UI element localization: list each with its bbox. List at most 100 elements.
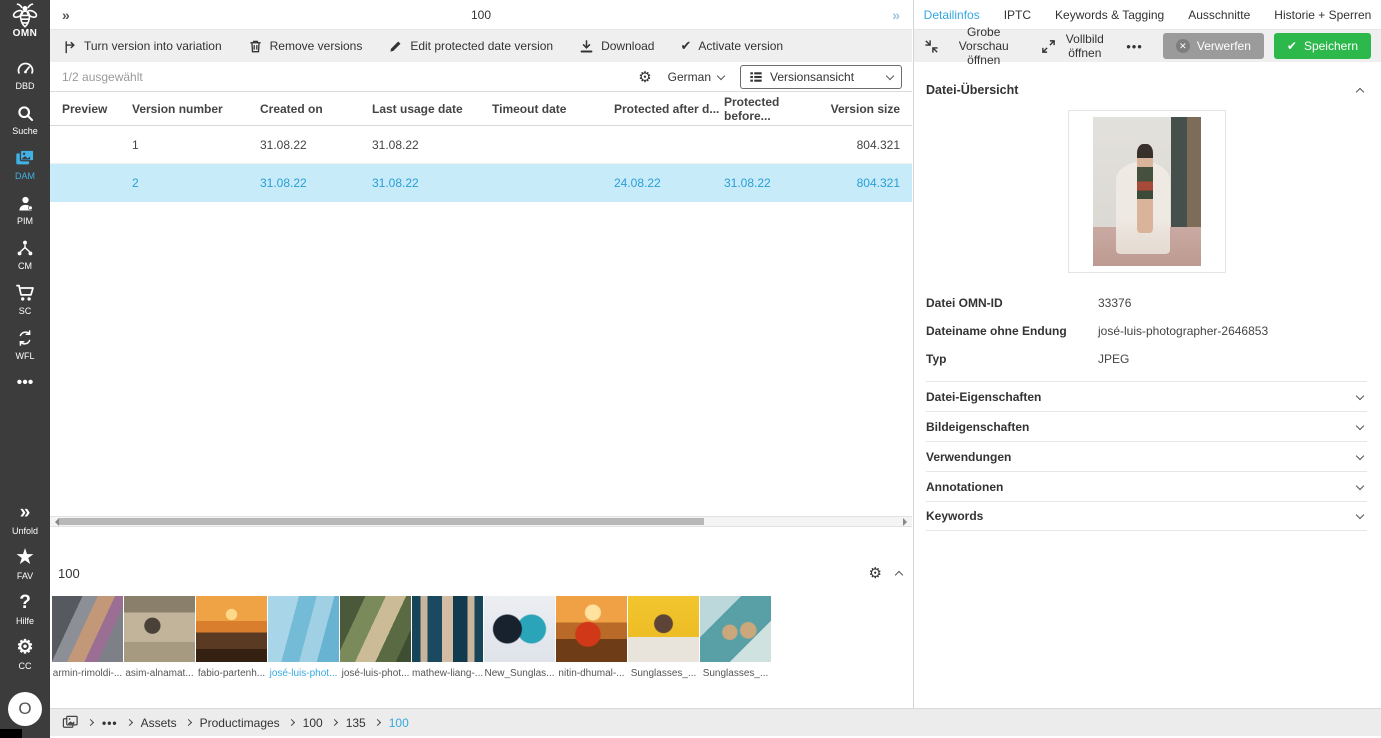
asset-label: mathew-liang-... <box>412 668 483 679</box>
field-label: Typ <box>926 352 1098 366</box>
breadcrumb-separator-icon <box>185 719 192 726</box>
remove-versions-button[interactable]: Remove versions <box>248 39 363 54</box>
column-header[interactable]: Protected after d... <box>614 102 724 116</box>
settings-gear-icon[interactable]: ⚙ <box>638 68 651 86</box>
tab-historie-sperren[interactable]: Historie + Sperren <box>1274 8 1371 22</box>
tab-detailinfos[interactable]: Detailinfos <box>924 8 980 22</box>
breadcrumb-135[interactable]: 135 <box>346 716 366 730</box>
language-label: German <box>668 70 711 84</box>
collapse-strip-icon[interactable] <box>895 570 903 578</box>
horizontal-scrollbar[interactable] <box>50 516 912 527</box>
images-icon[interactable] <box>62 714 79 731</box>
asset-thumbnail[interactable]: Sunglasses_... <box>700 596 771 679</box>
selection-count: 1/2 ausgewählt <box>62 70 143 84</box>
column-header[interactable]: Version size <box>824 102 900 116</box>
bee-logo-icon <box>10 5 40 27</box>
breadcrumb-ellipsis[interactable]: ••• <box>102 716 118 730</box>
asset-thumbnail-selected[interactable]: josé-luis-phot... <box>268 596 339 679</box>
sidebar-item-cm[interactable]: CM <box>15 237 35 271</box>
more-actions-icon[interactable]: ••• <box>1126 39 1143 54</box>
file-overview-section[interactable]: Datei-Übersicht <box>926 76 1367 104</box>
column-header[interactable]: Last usage date <box>372 102 492 116</box>
asset-thumbnail[interactable]: josé-luis-phot... <box>340 596 411 679</box>
sidebar-item-pim[interactable]: PIM <box>15 192 36 226</box>
scrollbar-thumb[interactable] <box>59 518 704 525</box>
chevron-down-icon <box>1356 481 1364 489</box>
tab-keywords-tagging[interactable]: Keywords & Tagging <box>1055 8 1164 22</box>
breadcrumb-100[interactable]: 100 <box>303 716 323 730</box>
column-header[interactable]: Preview <box>62 102 132 116</box>
scroll-right-icon[interactable] <box>903 518 911 526</box>
more-dots-icon: ••• <box>17 372 34 394</box>
activate-version-button[interactable]: ✔ Activate version <box>680 38 783 54</box>
sidebar-item-unfold[interactable]: » Unfold <box>12 502 38 536</box>
asset-thumbnail[interactable]: fabio-partenh... <box>196 596 267 679</box>
chevron-up-icon <box>1356 87 1364 95</box>
sidebar-item-more[interactable]: ••• <box>17 372 34 404</box>
language-dropdown[interactable]: German <box>668 70 724 84</box>
breadcrumb-assets[interactable]: Assets <box>141 716 177 730</box>
version-row-1[interactable]: 1 31.08.22 31.08.22 804.321 <box>50 126 912 164</box>
sidebar-item-hilfe[interactable]: ? Hilfe <box>16 592 34 626</box>
edit-protected-date-button[interactable]: Edit protected date version <box>388 39 553 54</box>
expand-right-icon[interactable]: » <box>892 7 900 23</box>
sidebar-item-dam[interactable]: DAM <box>14 147 36 181</box>
rough-preview-label: Grobe Vorschau öffnen <box>946 25 1021 67</box>
save-button[interactable]: ✔ Speichern <box>1274 33 1371 59</box>
tab-iptc[interactable]: IPTC <box>1004 8 1031 22</box>
field-label: Dateiname ohne Endung <box>926 324 1098 338</box>
tab-ausschnitte[interactable]: Ausschnitte <box>1188 8 1250 22</box>
asset-label: Sunglasses_... <box>700 668 771 679</box>
sidebar-item-dbd[interactable]: DBD <box>15 57 36 91</box>
breadcrumb-100-current[interactable]: 100 <box>389 716 409 730</box>
fullscreen-button[interactable]: Vollbild öffnen <box>1041 32 1106 60</box>
asset-thumbnail[interactable]: mathew-liang-... <box>412 596 483 679</box>
person-icon <box>15 192 36 214</box>
asset-thumbnail[interactable]: armin-rimoldi-... <box>52 596 123 679</box>
version-row-2[interactable]: 2 31.08.22 31.08.22 24.08.22 31.08.22 80… <box>50 164 912 202</box>
user-avatar[interactable]: O <box>8 692 42 726</box>
asset-thumbnail[interactable]: Sunglasses_... <box>628 596 699 679</box>
sidebar-item-cc[interactable]: ⚙ CC <box>16 637 33 671</box>
selection-bar: 1/2 ausgewählt ⚙ German Versionsansicht <box>50 62 912 92</box>
versions-panel: » 100 » Turn version into variation Remo… <box>50 0 912 708</box>
section-bildeigenschaften[interactable]: Bildeigenschaften <box>926 411 1367 441</box>
section-datei-eigenschaften[interactable]: Datei-Eigenschaften <box>926 381 1367 411</box>
download-button[interactable]: Download <box>579 39 654 54</box>
version-size: 804.321 <box>824 138 900 152</box>
discard-button[interactable]: ✕ Verwerfen <box>1163 33 1264 59</box>
sidebar-item-suche[interactable]: Suche <box>12 102 38 136</box>
sidebar-item-fav[interactable]: ★ FAV <box>16 547 33 581</box>
asset-label: josé-luis-phot... <box>340 668 411 679</box>
omn-logo[interactable]: OMN <box>10 5 40 39</box>
column-header[interactable]: Created on <box>260 102 372 116</box>
field-value: 33376 <box>1098 296 1131 310</box>
strip-settings-gear-icon[interactable]: ⚙ <box>869 564 882 582</box>
column-header[interactable]: Protected before... <box>724 95 824 123</box>
asset-label: nitin-dhumal-... <box>556 668 627 679</box>
column-header[interactable]: Timeout date <box>492 102 614 116</box>
asset-thumbnail[interactable]: New_Sunglas... <box>484 596 555 679</box>
sidebar-item-label: DAM <box>15 171 35 181</box>
sidebar-item-sc[interactable]: SC <box>14 282 36 316</box>
asset-strip-title: 100 <box>58 566 80 581</box>
rough-preview-button[interactable]: Grobe Vorschau öffnen <box>924 25 1021 67</box>
chevron-down-icon <box>1356 451 1364 459</box>
versions-table-header: Preview Version number Created on Last u… <box>50 92 912 126</box>
asset-thumbnail[interactable]: asim-alnamat... <box>124 596 195 679</box>
toolbar-button-label: Turn version into variation <box>84 39 222 53</box>
asset-label: New_Sunglas... <box>484 668 555 679</box>
app-root: OMN DBD Suche DAM PIM CM <box>0 0 1381 738</box>
scroll-left-icon[interactable] <box>51 518 59 526</box>
breadcrumb-productimages[interactable]: Productimages <box>200 716 280 730</box>
column-header[interactable]: Version number <box>132 102 260 116</box>
section-keywords[interactable]: Keywords <box>926 501 1367 531</box>
section-annotationen[interactable]: Annotationen <box>926 471 1367 501</box>
turn-version-into-variation-button[interactable]: Turn version into variation <box>62 39 222 54</box>
view-mode-select[interactable]: Versionsansicht <box>740 65 902 89</box>
asset-thumbnail[interactable]: nitin-dhumal-... <box>556 596 627 679</box>
section-verwendungen[interactable]: Verwendungen <box>926 441 1367 471</box>
list-view-icon <box>749 70 763 84</box>
field-value: JPEG <box>1098 352 1129 366</box>
sidebar-item-wfl[interactable]: WFL <box>15 327 35 361</box>
